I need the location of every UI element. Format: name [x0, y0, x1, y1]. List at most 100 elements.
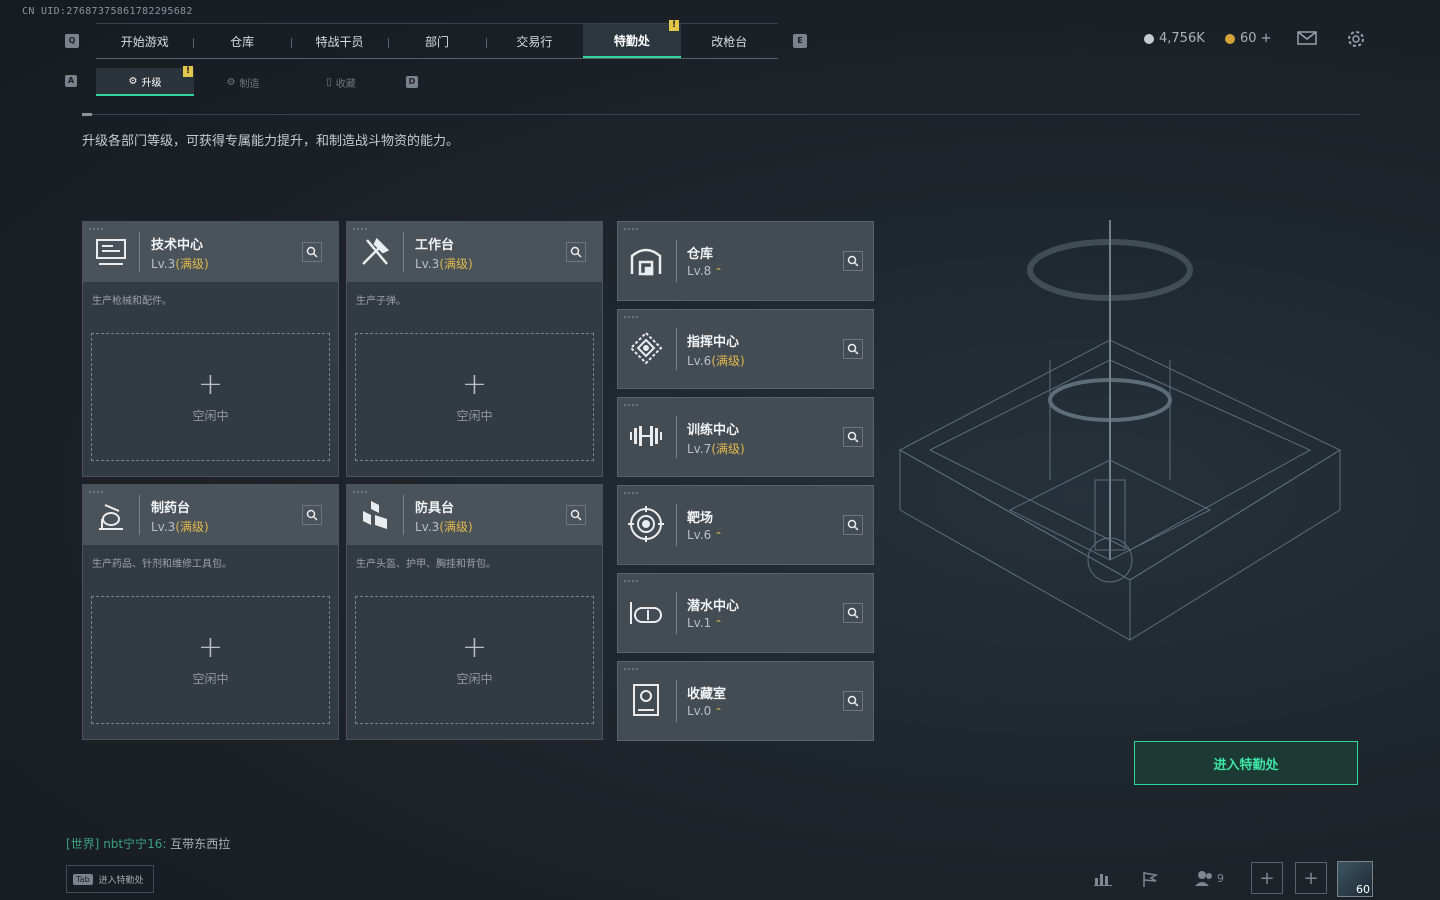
tab-trading[interactable]: 交易行	[485, 24, 583, 58]
tab-operators[interactable]: 特战干员	[290, 24, 388, 58]
enter-special-ops-button[interactable]: 进入特勤处	[1134, 741, 1358, 785]
nav-key-left: Q	[65, 34, 79, 48]
card-dots	[89, 491, 103, 493]
upgrade-arrow-icon: ⌃	[714, 267, 723, 278]
tab-special-ops[interactable]: 特勤处	[583, 24, 681, 58]
avatar[interactable]: 60	[1337, 861, 1373, 897]
search-icon[interactable]	[843, 515, 863, 535]
search-icon[interactable]	[843, 427, 863, 447]
token-balance[interactable]: 60 +	[1225, 31, 1272, 46]
add-icon: +	[197, 366, 224, 402]
slot-status: 空闲中	[192, 671, 229, 686]
card-separator	[139, 232, 140, 272]
upgrade-arrow-icon: ⌃	[714, 619, 723, 630]
card-title: 防具台	[415, 501, 455, 516]
search-icon[interactable]	[566, 242, 586, 262]
production-slot[interactable]: + 空闲中	[91, 596, 330, 724]
department-level: Lv.6 ⌃	[687, 528, 723, 542]
computer-icon	[93, 234, 129, 270]
row-separator	[676, 328, 677, 370]
tab-hint-label: 进入特勤处	[98, 875, 144, 886]
search-icon[interactable]	[843, 339, 863, 359]
uid-label: CN UID:27687375861782295682	[22, 6, 193, 17]
add-slot-button[interactable]: +	[1251, 862, 1283, 894]
card-dots	[353, 491, 367, 493]
friends-icon	[1195, 871, 1212, 886]
row-dots	[624, 492, 638, 494]
card-title: 工作台	[415, 238, 455, 253]
flask-icon	[93, 497, 129, 533]
subtab-craft[interactable]: ⚙ 制造	[194, 68, 292, 96]
production-slot[interactable]: + 空闲中	[91, 333, 330, 461]
tab-hint[interactable]: Tab 进入特勤处	[66, 865, 154, 893]
department-level: Lv.1 ⌃	[687, 616, 723, 630]
warehouse-icon	[628, 242, 664, 278]
coin-balance[interactable]: 4,756K	[1144, 31, 1205, 46]
mail-icon[interactable]	[1297, 30, 1317, 50]
production-slot[interactable]: + 空闲中	[355, 596, 594, 724]
subtab-collection[interactable]: ▯ 收藏	[292, 68, 390, 96]
card-tech-center[interactable]: 技术中心 Lv.3(满级) 生产枪械和配件。 + 空闲中	[82, 221, 339, 477]
search-icon[interactable]	[843, 603, 863, 623]
chat-sender: nbt宁宁16:	[103, 837, 167, 851]
department-shooting-range[interactable]: 靶场 Lv.6 ⌃	[617, 485, 874, 565]
search-icon[interactable]	[566, 505, 586, 525]
subtab-upgrade[interactable]: ⚙ 升级	[96, 68, 194, 96]
card-description: 生产药品、针剂和维修工具包。	[92, 559, 232, 570]
friends-button[interactable]: 9	[1194, 870, 1224, 886]
slot-status: 空闲中	[192, 408, 229, 423]
settings-gear-icon[interactable]	[1347, 30, 1365, 52]
subnav-key-left: A	[65, 75, 77, 87]
tab-department[interactable]: 部门	[388, 24, 485, 58]
flag-icon[interactable]	[1141, 870, 1159, 892]
row-separator	[676, 240, 677, 282]
card-dots	[89, 228, 103, 230]
card-separator	[403, 232, 404, 272]
token-icon	[1225, 33, 1235, 44]
upgrade-badge: !	[183, 66, 193, 77]
department-collection-room[interactable]: 收藏室 Lv.0 ⌃	[617, 661, 874, 741]
stats-icon[interactable]	[1094, 870, 1112, 890]
card-level: Lv.3(满级)	[151, 257, 209, 271]
nav-key-right: E	[793, 34, 807, 48]
card-description: 生产子弹。	[356, 296, 406, 307]
department-command-center[interactable]: 指挥中心 Lv.6(满级)	[617, 309, 874, 389]
friends-count: 9	[1217, 871, 1224, 885]
department-title: 靶场	[687, 511, 714, 526]
search-icon[interactable]	[302, 242, 322, 262]
add-slot-button[interactable]: +	[1295, 862, 1327, 894]
tab-start-game[interactable]: 开始游戏	[96, 24, 193, 58]
department-diving-center[interactable]: 潜水中心 Lv.1 ⌃	[617, 573, 874, 653]
tab-key: Tab	[73, 873, 93, 885]
card-pharmacy[interactable]: 制药台 Lv.3(满级) 生产药品、针剂和维修工具包。 + 空闲中	[82, 484, 339, 740]
add-icon: +	[461, 629, 488, 665]
search-icon[interactable]	[843, 251, 863, 271]
tab-warehouse[interactable]: 仓库	[193, 24, 290, 58]
blocks-icon	[357, 497, 393, 533]
upgrade-icon: ⚙	[128, 75, 138, 87]
search-icon[interactable]	[843, 691, 863, 711]
token-amount: 60 +	[1240, 31, 1272, 46]
department-title: 指挥中心	[687, 335, 740, 350]
base-building-illustration	[898, 220, 1342, 641]
target-icon	[628, 506, 664, 542]
craft-icon: ⚙	[226, 76, 236, 88]
slot-status: 空闲中	[456, 408, 493, 423]
card-title: 技术中心	[151, 238, 204, 253]
production-slot[interactable]: + 空闲中	[355, 333, 594, 461]
search-icon[interactable]	[302, 505, 322, 525]
tab-gunsmith[interactable]: 改枪台	[681, 24, 778, 58]
page-description: 升级各部门等级，可获得专属能力提升，和制造战斗物资的能力。	[82, 134, 460, 149]
department-level: Lv.6(满级)	[687, 354, 745, 368]
chat-message[interactable]: [世界] nbt宁宁16: 互带东西拉	[66, 835, 230, 852]
upgrade-arrow-icon: ⌃	[714, 531, 723, 542]
row-dots	[624, 668, 638, 670]
department-training-center[interactable]: 训练中心 Lv.7(满级)	[617, 397, 874, 477]
goggles-icon	[628, 594, 664, 630]
row-separator	[676, 680, 677, 722]
row-separator	[676, 592, 677, 634]
collection-tab-icon: ▯	[326, 76, 332, 88]
department-warehouse[interactable]: 仓库 Lv.8 ⌃	[617, 221, 874, 301]
card-workbench[interactable]: 工作台 Lv.3(满级) 生产子弹。 + 空闲中	[346, 221, 603, 477]
card-armor-bench[interactable]: 防具台 Lv.3(满级) 生产头盔、护甲、胸挂和背包。 + 空闲中	[346, 484, 603, 740]
